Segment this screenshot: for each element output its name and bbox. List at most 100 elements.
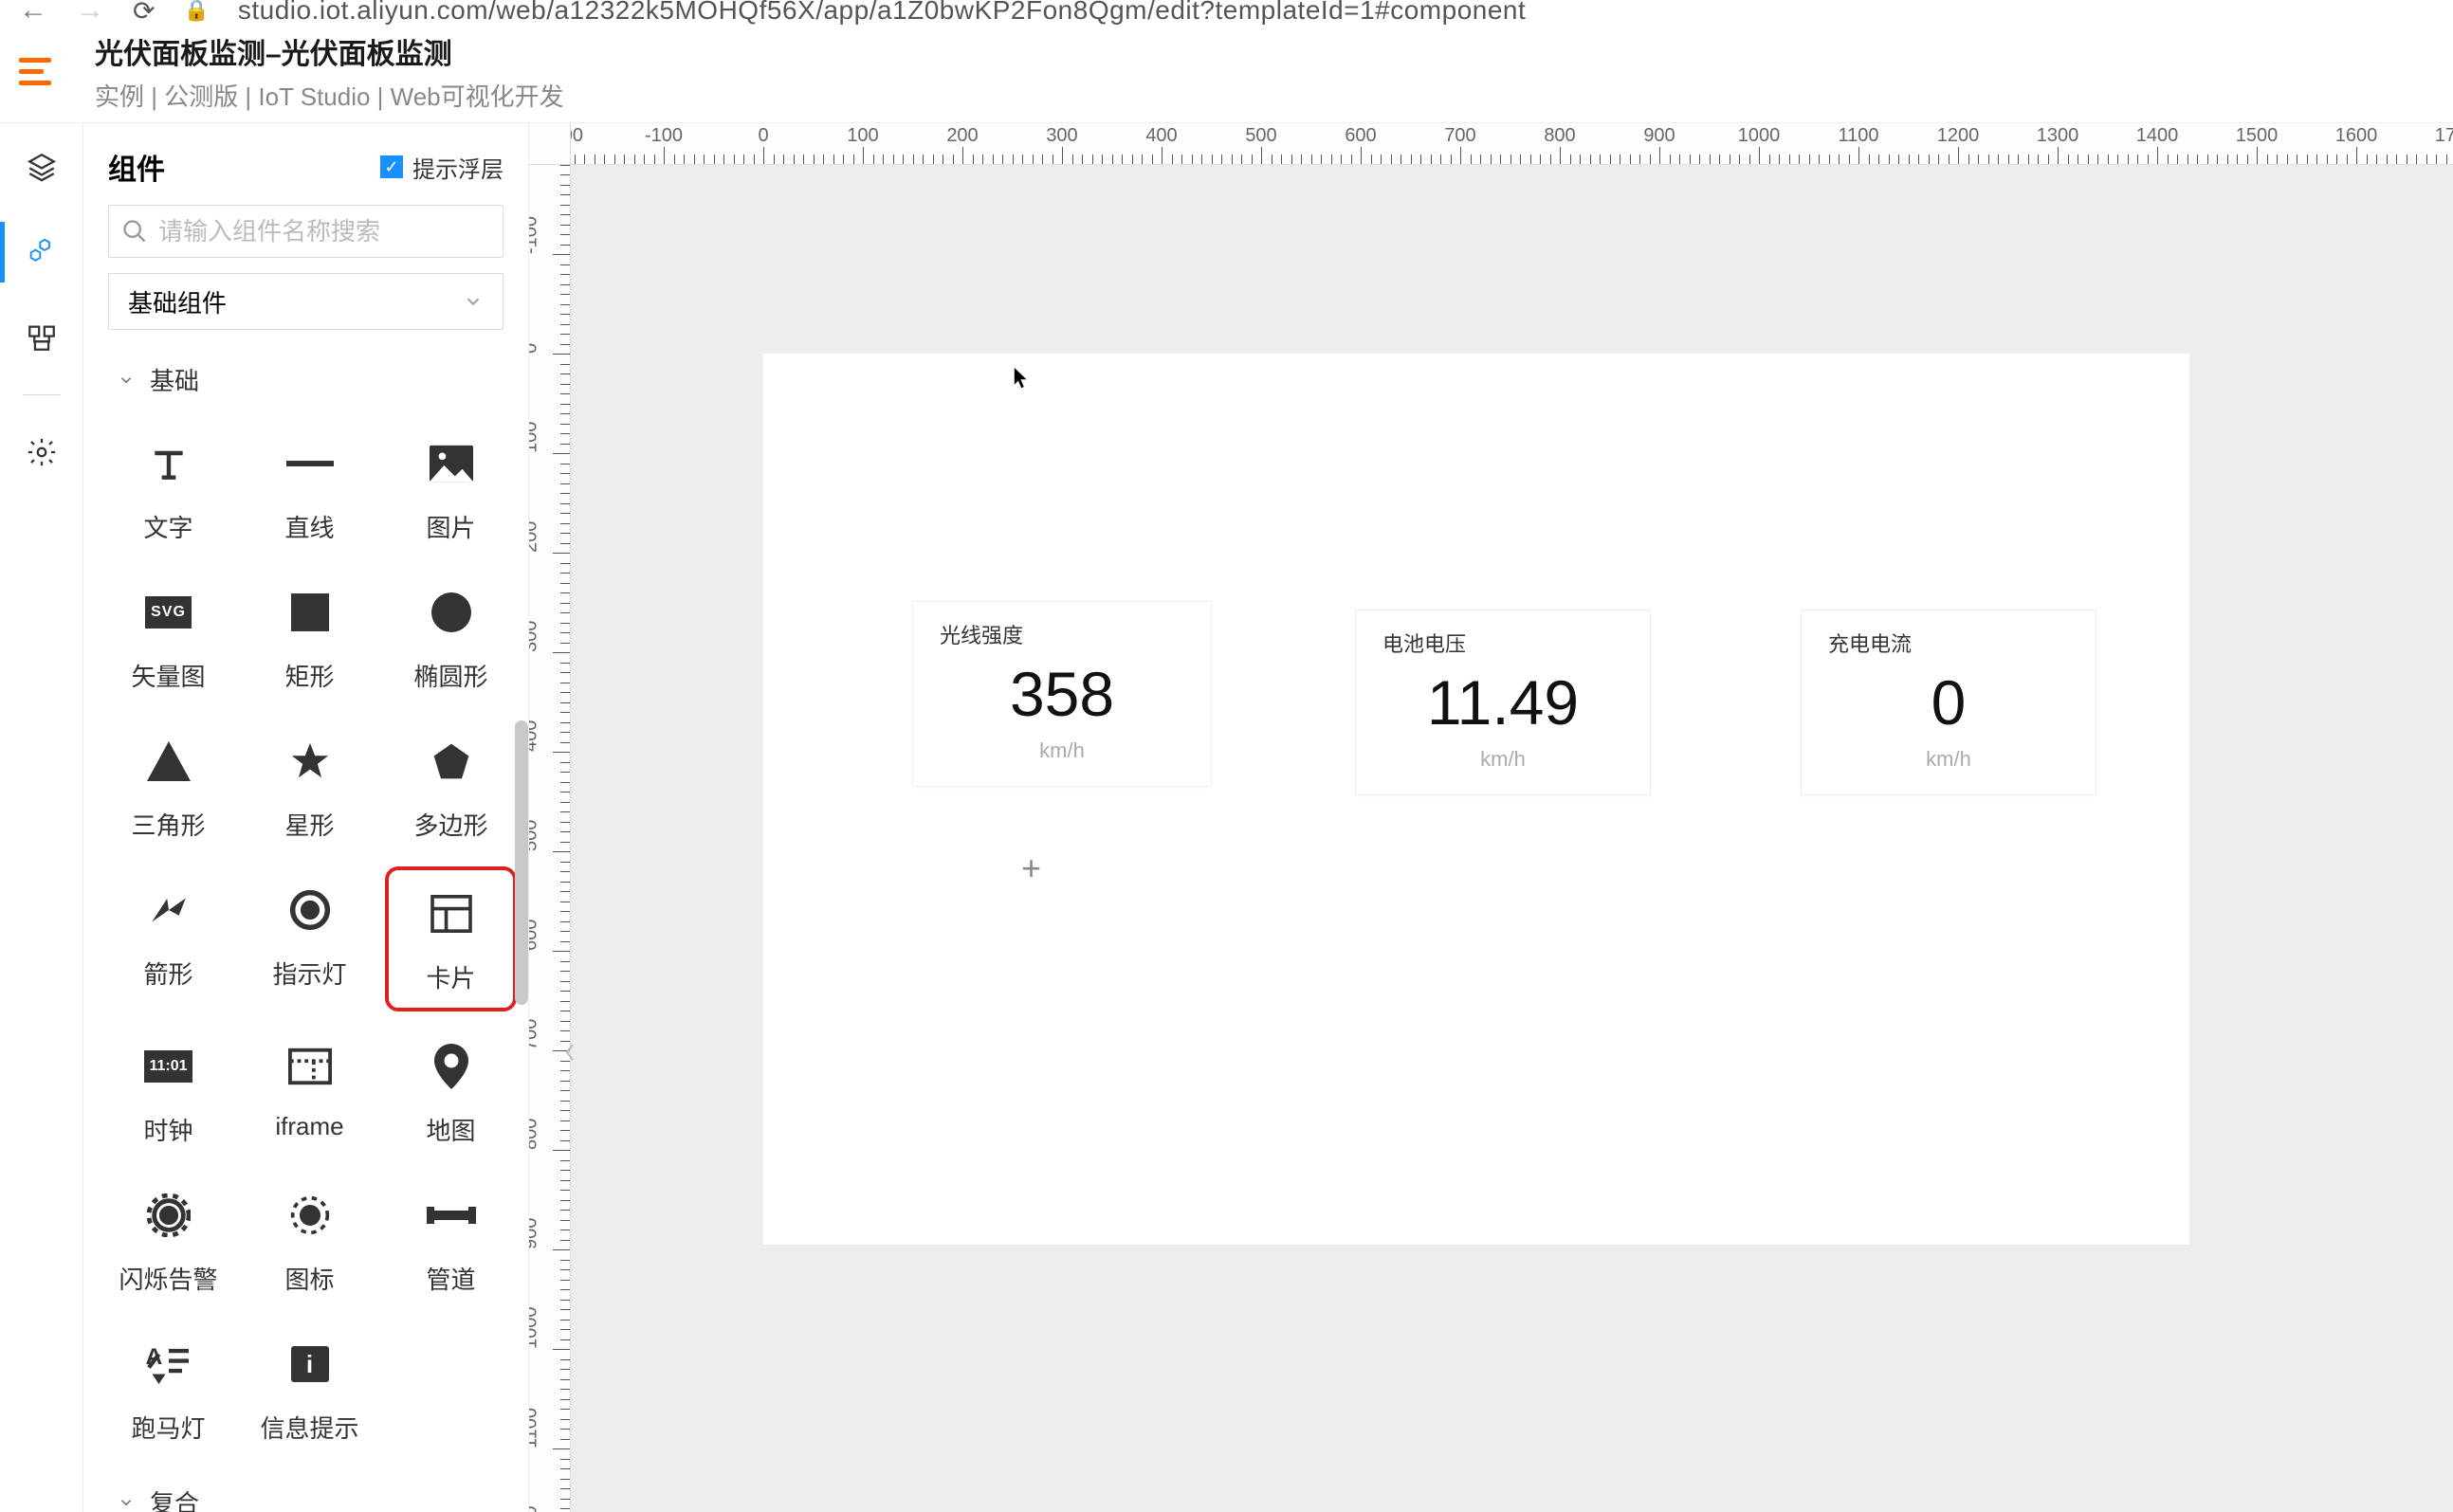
component-blink-label: 闪烁告警 — [119, 1261, 217, 1296]
component-map[interactable]: 地图 — [385, 1023, 517, 1160]
component-ellipse[interactable]: 椭圆形 — [385, 569, 517, 706]
component-category-select[interactable]: 基础组件 — [108, 273, 503, 330]
artboard[interactable]: 光线强度 358 km/h 电池电压 11.49 km/h 充电电流 0 km/… — [763, 354, 2189, 1245]
category-selected-label: 基础组件 — [128, 284, 227, 319]
card-title: 光线强度 — [940, 619, 1184, 649]
panel-title: 组件 — [108, 146, 165, 188]
component-svg[interactable]: SVG 矢量图 — [102, 569, 234, 706]
group-basic-header[interactable]: 基础 — [99, 341, 521, 410]
left-rail — [0, 123, 83, 1512]
line-icon — [282, 435, 339, 492]
component-marquee-label: 跑马灯 — [131, 1410, 205, 1445]
component-icon[interactable]: 图标 — [244, 1172, 375, 1309]
rail-structure[interactable] — [23, 319, 61, 356]
card-unit: km/h — [1828, 747, 2069, 772]
component-iframe[interactable]: iframe — [244, 1023, 375, 1160]
card-charge-current[interactable]: 充电电流 0 km/h — [1801, 610, 2096, 795]
component-clock-label: 时钟 — [143, 1112, 192, 1147]
card-icon — [423, 885, 480, 942]
canvas-stage[interactable]: 光线强度 358 km/h 电池电压 11.49 km/h 充电电流 0 km/… — [571, 165, 2453, 1512]
canvas-area: -200-10001002003004005006007008009001000… — [529, 123, 2453, 1512]
card-value: 358 — [940, 659, 1184, 731]
forward-icon: → — [76, 0, 104, 27]
component-polygon[interactable]: 多边形 — [385, 718, 517, 855]
sidebar-scrollbar[interactable] — [515, 720, 528, 1005]
rail-components[interactable] — [23, 233, 61, 271]
component-map-label: 地图 — [426, 1112, 475, 1147]
component-line[interactable]: 直线 — [244, 420, 375, 557]
component-image[interactable]: 图片 — [385, 420, 517, 557]
component-info-label: 信息提示 — [260, 1410, 358, 1445]
component-star[interactable]: 星形 — [244, 718, 375, 855]
component-text[interactable]: 文字 — [102, 420, 234, 557]
page-title: 光伏面板监测–光伏面板监测 — [95, 30, 564, 72]
triangle-icon — [140, 733, 197, 790]
blink-icon — [140, 1187, 197, 1244]
address-url[interactable]: studio.iot.aliyun.com/web/a12322k5MOHQf5… — [238, 0, 1526, 26]
component-triangle[interactable]: 三角形 — [102, 718, 234, 855]
arrow-icon — [140, 882, 197, 938]
component-icon-label: 图标 — [284, 1261, 334, 1296]
indicator-icon — [282, 882, 339, 938]
image-icon — [423, 435, 480, 492]
group-composite-header[interactable]: 复合 — [99, 1464, 521, 1512]
card-unit: km/h — [940, 738, 1184, 763]
pipe-icon — [423, 1187, 480, 1244]
component-search-input[interactable] — [108, 205, 503, 258]
horizontal-ruler[interactable]: -200-10001002003004005006007008009001000… — [571, 123, 2453, 165]
chevron-down-icon — [118, 372, 135, 389]
component-rect-label: 矩形 — [284, 658, 334, 693]
component-blink[interactable]: 闪烁告警 — [102, 1172, 234, 1309]
basic-components-grid: 文字 直线 图片 SVG 矢量图 矩形 — [99, 410, 521, 1464]
reload-icon[interactable]: ⟳ — [133, 0, 155, 27]
app-header: 光伏面板监测–光伏面板监测 实例 | 公测版 | IoT Studio | We… — [0, 21, 2453, 123]
group-basic-label: 基础 — [150, 362, 199, 397]
icon-icon — [282, 1187, 339, 1244]
search-icon — [121, 218, 148, 245]
star-icon — [282, 733, 339, 790]
components-panel: 组件 ✓ 提示浮层 基础组件 基础 文字 — [83, 123, 529, 1512]
component-info[interactable]: i 信息提示 — [244, 1321, 375, 1458]
card-value: 0 — [1828, 667, 2069, 739]
header-titles: 光伏面板监测–光伏面板监测 实例 | 公测版 | IoT Studio | We… — [95, 30, 564, 113]
card-battery-voltage[interactable]: 电池电压 11.49 km/h — [1355, 610, 1651, 795]
card-light-intensity[interactable]: 光线强度 358 km/h — [912, 601, 1212, 787]
component-arrow[interactable]: 箭形 — [102, 866, 234, 1011]
iframe-icon — [282, 1038, 339, 1095]
rail-separator — [23, 394, 61, 395]
rect-icon — [282, 584, 339, 641]
component-card[interactable]: 卡片 — [385, 866, 517, 1011]
component-indicator[interactable]: 指示灯 — [244, 866, 375, 1011]
menu-toggle-icon[interactable] — [19, 53, 57, 91]
component-ellipse-label: 椭圆形 — [413, 658, 487, 693]
card-title: 充电电流 — [1828, 628, 2069, 658]
page-subtitle: 实例 | 公测版 | IoT Studio | Web可视化开发 — [95, 78, 564, 113]
rail-layers[interactable] — [23, 148, 61, 186]
component-svg-label: 矢量图 — [131, 658, 205, 693]
svg-text:A: A — [145, 1344, 162, 1370]
component-polygon-label: 多边形 — [413, 807, 487, 842]
component-clock[interactable]: 11:01 时钟 — [102, 1023, 234, 1160]
card-title: 电池电压 — [1382, 628, 1623, 658]
checkbox-checked-icon: ✓ — [380, 155, 403, 178]
rail-settings[interactable] — [23, 433, 61, 471]
info-icon: i — [282, 1336, 339, 1393]
card-unit: km/h — [1382, 747, 1623, 772]
tooltip-layer-toggle[interactable]: ✓ 提示浮层 — [380, 151, 503, 184]
component-text-label: 文字 — [143, 509, 192, 544]
component-pipe[interactable]: 管道 — [385, 1172, 517, 1309]
svg-icon: SVG — [140, 584, 197, 641]
component-marquee[interactable]: A 跑马灯 — [102, 1321, 234, 1458]
group-composite-label: 复合 — [150, 1485, 199, 1512]
vertical-ruler[interactable]: -200-10001002003004005006007008009001000… — [529, 165, 571, 1512]
component-rect[interactable]: 矩形 — [244, 569, 375, 706]
polygon-icon — [423, 733, 480, 790]
component-iframe-label: iframe — [275, 1112, 343, 1141]
add-icon[interactable]: + — [1021, 848, 1041, 888]
card-value: 11.49 — [1382, 667, 1623, 739]
component-pipe-label: 管道 — [426, 1261, 475, 1296]
lock-icon: 🔒 — [183, 0, 209, 23]
chevron-down-icon — [118, 1494, 135, 1511]
component-star-label: 星形 — [284, 807, 334, 842]
back-icon[interactable]: ← — [19, 0, 47, 27]
